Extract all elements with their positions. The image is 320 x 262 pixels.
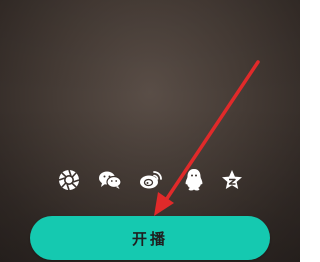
share-options-row [0,167,300,195]
weibo-icon[interactable] [138,167,164,193]
start-live-button[interactable]: 开播 [30,216,270,260]
wechat-icon[interactable] [97,167,123,193]
live-prepare-screen: 开播 [0,0,300,262]
moments-icon[interactable] [56,167,82,193]
qq-icon[interactable] [181,167,207,193]
qzone-icon[interactable] [219,167,245,193]
